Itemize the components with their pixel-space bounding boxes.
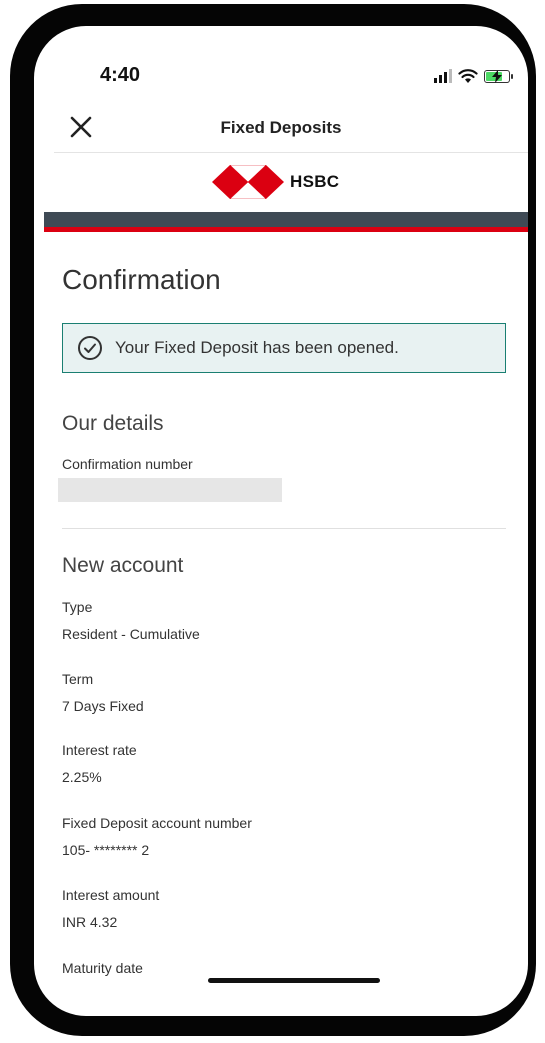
check-circle-icon xyxy=(78,336,102,360)
interest-rate-value: 2.25% xyxy=(62,769,102,785)
term-label: Term xyxy=(62,671,94,687)
our-details-title: Our details xyxy=(62,412,164,435)
nav-title: Fixed Deposits xyxy=(220,118,342,137)
section-divider xyxy=(62,528,506,529)
brand-header: HSBC xyxy=(212,165,339,199)
brand-name: HSBC xyxy=(290,172,340,191)
maturity-date-label: Maturity date xyxy=(62,960,143,976)
status-time: 4:40 xyxy=(100,64,141,86)
type-label: Type xyxy=(62,599,93,615)
status-bar: 4:40 xyxy=(34,26,528,96)
brand-band-dark xyxy=(44,212,528,227)
type-value: Resident - Cumulative xyxy=(62,626,200,642)
brand-band-red xyxy=(44,227,528,232)
phone-screen: 4:40 Fixed Deposits HSBC Confirmation Yo… xyxy=(34,26,528,1016)
alert-message: Your Fixed Deposit has been opened. xyxy=(115,338,399,357)
term-value: 7 Days Fixed xyxy=(62,698,144,714)
interest-amount-label: Interest amount xyxy=(62,887,160,903)
cellular-signal-icon xyxy=(434,69,452,83)
confirmation-number-redacted xyxy=(58,478,282,502)
new-account-title: New account xyxy=(62,554,184,577)
header-divider xyxy=(54,152,528,153)
battery-charging-icon xyxy=(484,69,513,83)
success-alert: Your Fixed Deposit has been opened. xyxy=(62,323,506,373)
account-number-value: 105- ******** 2 xyxy=(62,842,150,858)
hsbc-logo-icon xyxy=(212,165,284,199)
status-icons xyxy=(434,67,513,85)
page-title: Confirmation xyxy=(62,264,221,295)
wifi-icon xyxy=(458,69,478,83)
account-number-label: Fixed Deposit account number xyxy=(62,815,252,831)
confirmation-number-label: Confirmation number xyxy=(62,456,193,472)
interest-amount-value: INR 4.32 xyxy=(62,914,118,930)
home-indicator[interactable] xyxy=(208,978,380,983)
phone-frame: 4:40 Fixed Deposits HSBC Confirmation Yo… xyxy=(10,4,536,1036)
interest-rate-label: Interest rate xyxy=(62,742,137,758)
nav-bar: Fixed Deposits xyxy=(34,110,528,156)
